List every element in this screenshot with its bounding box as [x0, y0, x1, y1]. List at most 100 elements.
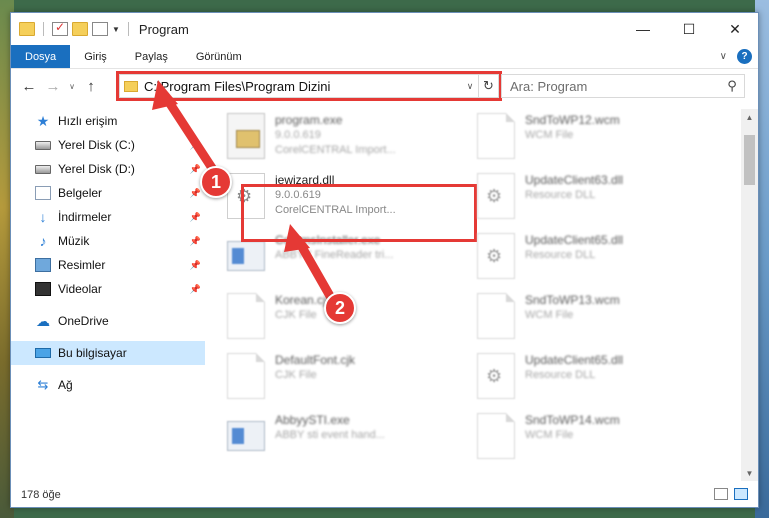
- tab-share[interactable]: Paylaş: [121, 45, 182, 68]
- search-icon[interactable]: ⚲: [720, 78, 744, 94]
- tab-home[interactable]: Giriş: [70, 45, 121, 68]
- dll-gear-icon: [477, 173, 515, 219]
- sidebar-item-label: Yerel Disk (D:): [58, 162, 135, 176]
- exe-icon: [227, 421, 265, 451]
- ribbon-right-controls: ∨ ?: [720, 49, 752, 64]
- sidebar-item-downloads[interactable]: ↓ İndirmeler 📌: [11, 205, 205, 229]
- file-type: CJK File: [275, 369, 317, 381]
- tab-view[interactable]: Görünüm: [182, 45, 256, 68]
- cloud-icon: ☁: [36, 312, 50, 329]
- file-tile[interactable]: SndToWP13.wcm WCM File: [477, 289, 717, 349]
- sidebar-item-label: OneDrive: [58, 314, 109, 328]
- window-controls: — ☐ ✕: [620, 13, 758, 45]
- videos-icon: [35, 282, 51, 296]
- title-bar: ▼ Program — ☐ ✕: [11, 13, 758, 45]
- navigation-pane: ★ Hızlı erişim Yerel Disk (C:) 📌 Yerel D…: [11, 109, 205, 479]
- tiles-view-icon[interactable]: [734, 488, 748, 500]
- sidebar-item-label: Videolar: [58, 282, 102, 296]
- file-page-icon: [227, 293, 265, 339]
- pin-icon: 📌: [189, 163, 201, 174]
- file-name: program.exe: [275, 113, 343, 127]
- file-name: DefaultFont.cjk: [275, 353, 356, 367]
- forward-button[interactable]: →: [41, 74, 65, 98]
- file-type: WCM File: [525, 309, 574, 321]
- sidebar-item-label: Ağ: [58, 378, 73, 392]
- vertical-scrollbar[interactable]: ▲ ▼: [741, 109, 758, 481]
- sidebar-item-label: Belgeler: [58, 186, 103, 200]
- file-tile[interactable]: SndToWP12.wcm WCM File: [477, 109, 717, 169]
- network-icon: ⇆: [37, 377, 49, 392]
- properties-check-icon[interactable]: [52, 20, 68, 36]
- explorer-window: ▼ Program — ☐ ✕ Dosya Giriş Paylaş Görün…: [10, 12, 759, 508]
- file-description: ABBY sti event hand...: [275, 429, 385, 441]
- pin-icon: 📌: [189, 211, 201, 222]
- file-type: WCM File: [525, 429, 574, 441]
- quick-access-toolbar: ▼: [11, 20, 133, 36]
- disk-icon: [35, 164, 51, 174]
- file-column-right: SndToWP12.wcm WCM File UpdateClient63.dll…: [477, 109, 717, 469]
- sidebar-item-this-pc[interactable]: Bu bilgisayar: [11, 341, 205, 365]
- file-tile[interactable]: UpdateClient65.dll Resource DLL: [477, 229, 717, 289]
- file-list: program.exe 9.0.0.619 CorelCENTRAL Import.…: [219, 109, 739, 481]
- sidebar-item-quick-access[interactable]: ★ Hızlı erişim: [11, 109, 205, 133]
- maximize-button[interactable]: ☐: [666, 13, 712, 45]
- sidebar-item-label: Hızlı erişim: [58, 114, 118, 128]
- file-highlight-box: [241, 184, 477, 242]
- view-switcher: [714, 488, 748, 500]
- file-version: 9.0.0.619: [275, 129, 321, 141]
- file-name: SndToWP14.wcm: [525, 413, 620, 427]
- setup-icon: [227, 113, 265, 159]
- details-view-icon[interactable]: [714, 488, 728, 500]
- sidebar-item-label: Müzik: [58, 234, 90, 248]
- customize-toolbar-icon[interactable]: [92, 22, 108, 36]
- file-tile[interactable]: AbbyySTI.exe ABBY sti event hand...: [227, 409, 467, 469]
- ribbon-tabs: Dosya Giriş Paylaş Görünüm ∨ ?: [11, 45, 758, 69]
- scroll-up-icon[interactable]: ▲: [741, 109, 758, 125]
- scroll-thumb[interactable]: [744, 135, 755, 185]
- back-button[interactable]: ←: [17, 74, 41, 98]
- qa-dropdown-icon[interactable]: ▼: [112, 25, 120, 34]
- pin-icon: 📌: [189, 283, 201, 294]
- navigation-bar: ← → ∨ ↑ C:\Program Files\Program Dizini …: [11, 71, 758, 101]
- item-count: 178 öğe: [21, 489, 61, 501]
- recent-locations-button[interactable]: ∨: [65, 74, 79, 98]
- sidebar-item-network[interactable]: ⇆ Ağ: [11, 373, 205, 397]
- sidebar-item-disk-d[interactable]: Yerel Disk (D:) 📌: [11, 157, 205, 181]
- file-name: UpdateClient63.dll: [525, 173, 624, 187]
- search-box[interactable]: Ara: Program ⚲: [501, 74, 745, 98]
- pin-icon: 📌: [189, 187, 201, 198]
- toolbar-separator: [43, 22, 44, 36]
- file-tile[interactable]: SndToWP14.wcm WCM File: [477, 409, 717, 469]
- toolbar-separator: [127, 22, 129, 36]
- sidebar-item-disk-c[interactable]: Yerel Disk (C:) 📌: [11, 133, 205, 157]
- file-tile[interactable]: UpdateClient63.dll Resource DLL: [477, 169, 717, 229]
- new-folder-icon[interactable]: [72, 22, 88, 36]
- sidebar-item-onedrive[interactable]: ☁ OneDrive: [11, 309, 205, 333]
- sidebar-item-videos[interactable]: Videolar 📌: [11, 277, 205, 301]
- scroll-down-icon[interactable]: ▼: [741, 465, 758, 481]
- documents-icon: [35, 186, 51, 200]
- window-title: Program: [138, 21, 189, 37]
- sidebar-item-label: Resimler: [58, 258, 106, 272]
- sidebar-item-pictures[interactable]: Resimler 📌: [11, 253, 205, 277]
- search-input[interactable]: Ara: Program: [510, 79, 720, 94]
- callout-badge-1: 1: [200, 166, 232, 198]
- file-tile[interactable]: program.exe 9.0.0.619 CorelCENTRAL Import.…: [227, 109, 467, 169]
- minimize-button[interactable]: —: [620, 13, 666, 45]
- star-icon: ★: [36, 112, 50, 129]
- up-button[interactable]: ↑: [79, 74, 103, 98]
- status-bar: 178 öğe: [11, 483, 758, 507]
- help-icon[interactable]: ?: [737, 49, 752, 64]
- file-tile[interactable]: DefaultFont.cjk CJK File: [227, 349, 467, 409]
- pin-icon: 📌: [189, 235, 201, 246]
- close-button[interactable]: ✕: [712, 13, 758, 45]
- pin-icon: 📌: [189, 139, 201, 150]
- file-tile[interactable]: UpdateClient65.dll Resource DLL: [477, 349, 717, 409]
- expand-ribbon-icon[interactable]: ∨: [720, 51, 727, 62]
- tab-file[interactable]: Dosya: [11, 45, 71, 68]
- sidebar-item-music[interactable]: ♪ Müzik 📌: [11, 229, 205, 253]
- pc-icon: [35, 348, 51, 358]
- file-page-icon: [477, 293, 515, 339]
- sidebar-item-documents[interactable]: Belgeler 📌: [11, 181, 205, 205]
- file-type: Resource DLL: [525, 249, 596, 261]
